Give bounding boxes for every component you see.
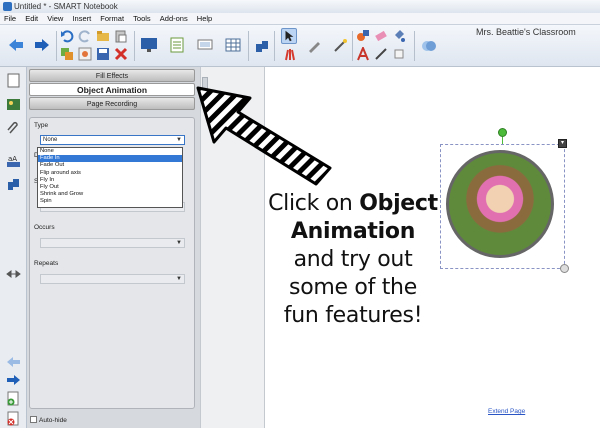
pens-icon[interactable]	[283, 47, 297, 61]
sidebar-back-arrow-icon[interactable]	[6, 355, 21, 370]
redo-icon[interactable]	[78, 29, 92, 43]
option-spin[interactable]: Spin	[38, 198, 182, 205]
repeats-label: Repeats	[34, 260, 59, 267]
option-fly-in[interactable]: Fly In	[38, 177, 182, 184]
instruction-line5: fun features!	[283, 303, 423, 328]
tab-page-recording[interactable]: Page Recording	[29, 97, 195, 110]
instruction-line3: and try out	[293, 247, 413, 272]
menu-file[interactable]: File	[4, 14, 16, 23]
object-menu-handle[interactable]: ▾	[558, 139, 567, 148]
teacher-photo[interactable]	[446, 150, 554, 258]
option-fly-out[interactable]: Fly Out	[38, 184, 182, 191]
instruction-line1-bold: Object	[359, 191, 438, 216]
forward-arrow-icon[interactable]	[34, 38, 50, 52]
toolbar: Mrs. Beattie's Classroom	[0, 25, 600, 67]
capture-icon[interactable]	[78, 47, 92, 61]
page-sorter-icon[interactable]	[168, 36, 186, 54]
chevron-down-icon: ▼	[176, 240, 182, 246]
autohide-checkbox[interactable]	[30, 416, 37, 423]
undo-icon[interactable]	[60, 29, 74, 43]
menu-edit[interactable]: Edit	[25, 14, 38, 23]
save-icon[interactable]	[96, 47, 110, 61]
open-icon[interactable]	[96, 29, 110, 43]
option-none[interactable]: None	[38, 148, 182, 155]
repeats-select[interactable]: ▼	[40, 274, 185, 284]
delete-icon[interactable]	[114, 47, 128, 61]
tab-object-animation[interactable]: Object Animation	[29, 83, 195, 96]
extend-page-link[interactable]: Extend Page	[488, 408, 525, 415]
line-icon[interactable]	[374, 47, 388, 61]
option-fade-in[interactable]: Fade In	[38, 155, 182, 163]
smart-notebook-window: Untitled * - SMART Notebook File Edit Vi…	[0, 0, 600, 428]
add-page-icon[interactable]	[6, 391, 21, 406]
occurs-label: Occurs	[34, 224, 55, 231]
instruction-line2: Animation	[290, 219, 416, 244]
properties-icon[interactable]	[420, 38, 438, 54]
gallery-tab-icon[interactable]	[6, 97, 21, 112]
option-flip-around-axis[interactable]: Flip around axis	[38, 170, 182, 177]
text-icon[interactable]	[356, 47, 370, 61]
title-bar: Untitled * - SMART Notebook	[0, 0, 600, 13]
paste-icon[interactable]	[114, 29, 128, 43]
chevron-down-icon: ▼	[176, 137, 182, 143]
add-ons-icon[interactable]	[254, 38, 270, 54]
instruction-line4: some of the	[289, 275, 417, 300]
chevron-down-icon: ▼	[176, 276, 182, 282]
properties-tab-icon[interactable]: aA	[6, 153, 21, 168]
show-hide-icon[interactable]	[196, 36, 214, 54]
app-icon	[3, 2, 12, 11]
select-icon[interactable]	[281, 28, 297, 44]
menu-insert[interactable]: Insert	[72, 14, 91, 23]
rotate-handle-stem	[502, 137, 503, 144]
menu-bar: File Edit View Insert Format Tools Add-o…	[0, 13, 600, 25]
type-dropdown-list: None Fade In Fade Out Flip around axis F…	[37, 147, 183, 208]
occurs-select[interactable]: ▼	[40, 238, 185, 248]
sidebar-tabs: aA	[0, 67, 27, 428]
page-sorter-tab-icon[interactable]	[6, 73, 21, 88]
creative-pen-icon[interactable]	[392, 47, 406, 61]
window-title: Untitled * - SMART Notebook	[14, 2, 118, 11]
duplicate-icon[interactable]	[60, 47, 74, 61]
type-label: Type	[34, 122, 49, 129]
classroom-label: Mrs. Beattie's Classroom	[476, 27, 576, 37]
eraser-icon[interactable]	[374, 29, 388, 43]
attachments-tab-icon[interactable]	[6, 121, 21, 136]
tab-fill-effects[interactable]: Fill Effects	[29, 69, 195, 82]
back-arrow-icon[interactable]	[8, 38, 24, 52]
type-select[interactable]: None ▼	[40, 135, 185, 145]
autohide-toggle[interactable]: Auto-hide	[30, 416, 67, 424]
delete-page-icon[interactable]	[6, 411, 21, 426]
menu-tools[interactable]: Tools	[133, 14, 151, 23]
pointer-arrow-icon	[196, 86, 332, 186]
properties-panel: Fill Effects Object Animation Page Recor…	[27, 67, 200, 412]
option-shrink-and-grow[interactable]: Shrink and Grow	[38, 191, 182, 198]
add-ons-tab-icon[interactable]	[6, 177, 21, 192]
type-value: None	[43, 137, 58, 143]
menu-format[interactable]: Format	[100, 14, 124, 23]
pen-icon[interactable]	[306, 38, 322, 54]
table-icon[interactable]	[224, 36, 242, 54]
screen-shade-icon[interactable]	[140, 36, 158, 54]
menu-help[interactable]: Help	[197, 14, 212, 23]
resize-panel-icon[interactable]	[6, 269, 21, 279]
option-fade-out[interactable]: Fade Out	[38, 162, 182, 169]
menu-addons[interactable]: Add-ons	[160, 14, 188, 23]
resize-handle[interactable]	[560, 264, 569, 273]
sidebar-forward-arrow-icon[interactable]	[6, 373, 21, 388]
instruction-text[interactable]: Click on Object Animation and try out so…	[258, 190, 448, 330]
svg-text:aA: aA	[8, 155, 17, 163]
shapes-icon[interactable]	[356, 29, 370, 43]
rotate-handle[interactable]	[498, 128, 507, 137]
fill-icon[interactable]	[392, 29, 406, 43]
menu-view[interactable]: View	[47, 14, 63, 23]
magic-pen-icon[interactable]	[332, 38, 348, 54]
autohide-label: Auto-hide	[39, 417, 67, 424]
instruction-line1: Click on	[268, 191, 353, 216]
